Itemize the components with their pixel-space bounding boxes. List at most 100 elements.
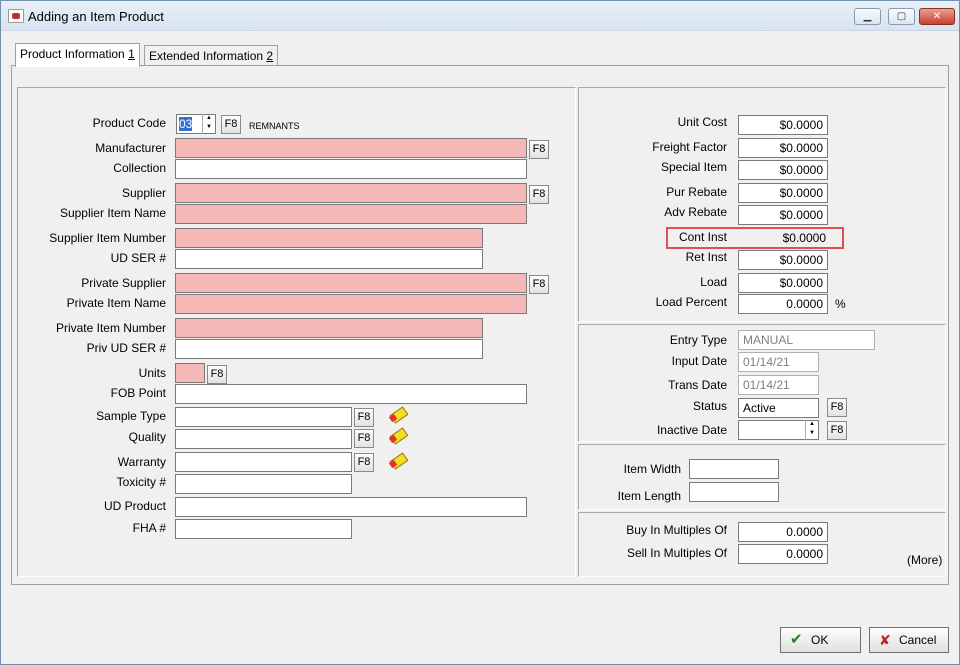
window-title: Adding an Item Product <box>28 9 164 24</box>
ret-inst-field[interactable]: $0.0000 <box>738 250 828 270</box>
quality-f8-button[interactable]: F8 <box>354 429 374 448</box>
close-button[interactable]: ✕ <box>919 8 955 25</box>
pur-rebate-label: Pur Rebate <box>666 185 727 199</box>
quality-field[interactable] <box>175 429 352 449</box>
units-field[interactable] <box>175 363 205 383</box>
ud-product-field[interactable] <box>175 497 527 517</box>
ok-label: OK <box>811 633 829 647</box>
percent-sign: % <box>835 297 846 311</box>
manufacturer-f8-button[interactable]: F8 <box>529 140 549 159</box>
units-f8-button[interactable]: F8 <box>207 365 227 384</box>
app-icon <box>8 9 24 23</box>
check-icon: ✔ <box>790 631 803 648</box>
pur-rebate-field[interactable]: $0.0000 <box>738 183 828 203</box>
unit-cost-field[interactable]: $0.0000 <box>738 115 828 135</box>
fob-point-field[interactable] <box>175 384 527 404</box>
cont-inst-label: Cont Inst <box>678 230 727 244</box>
item-length-label: Item Length <box>617 489 681 503</box>
private-item-name-field[interactable] <box>175 294 527 314</box>
sell-multiples-label: Sell In Multiples Of <box>626 546 727 560</box>
warranty-clear-icon[interactable] <box>387 452 407 471</box>
sample-type-clear-icon[interactable] <box>387 406 407 425</box>
load-field[interactable]: $0.0000 <box>738 273 828 293</box>
ok-button[interactable]: ✔ OK <box>780 627 861 653</box>
inactive-date-label: Inactive Date <box>656 423 727 437</box>
tab-key: 2 <box>266 49 274 63</box>
minimize-button[interactable]: ▁ <box>854 8 881 25</box>
private-supplier-label: Private Supplier <box>81 276 166 290</box>
sample-type-f8-button[interactable]: F8 <box>354 408 374 427</box>
ud-ser-field[interactable] <box>175 249 483 269</box>
private-item-number-label: Private Item Number <box>55 321 166 335</box>
collection-field[interactable] <box>175 159 527 179</box>
private-supplier-f8-button[interactable]: F8 <box>529 275 549 294</box>
ud-ser-label: UD SER # <box>110 251 166 265</box>
supplier-field[interactable] <box>175 183 527 203</box>
status-field[interactable]: Active <box>738 398 819 418</box>
inactive-date-spin-icon[interactable]: ▲ ▼ <box>805 420 818 440</box>
product-code-f8-button[interactable]: F8 <box>221 115 241 134</box>
product-code-label: Product Code <box>92 116 166 130</box>
warranty-label: Warranty <box>117 455 166 469</box>
entry-type-field: MANUAL <box>738 330 875 350</box>
load-percent-label: Load Percent <box>655 295 727 309</box>
toxicity-label: Toxicity # <box>116 475 166 489</box>
dialog-window: Adding an Item Product ▁ ▢ ✕ Product Inf… <box>0 0 960 665</box>
private-item-name-label: Private Item Name <box>66 296 166 310</box>
more-link[interactable]: (More) <box>907 553 942 567</box>
maximize-button[interactable]: ▢ <box>888 8 915 25</box>
ud-product-label: UD Product <box>103 499 166 513</box>
freight-factor-label: Freight Factor <box>652 140 727 154</box>
manufacturer-label: Manufacturer <box>95 141 166 155</box>
product-code-spin-icon[interactable]: ▲ ▼ <box>202 114 215 134</box>
tab-label: Extended Information <box>149 49 264 63</box>
ret-inst-label: Ret Inst <box>685 250 727 264</box>
warranty-f8-button[interactable]: F8 <box>354 453 374 472</box>
buy-multiples-field[interactable]: 0.0000 <box>738 522 828 542</box>
trans-date-field: 01/14/21 <box>738 375 819 395</box>
fob-point-label: FOB Point <box>110 386 166 400</box>
freight-factor-field[interactable]: $0.0000 <box>738 138 828 158</box>
item-width-field[interactable] <box>689 459 779 479</box>
title-bar: Adding an Item Product ▁ ▢ ✕ <box>1 1 959 31</box>
units-label: Units <box>138 366 166 380</box>
supplier-f8-button[interactable]: F8 <box>529 185 549 204</box>
tab-product-information[interactable]: Product Information 1 <box>15 43 140 67</box>
cont-inst-field[interactable]: $0.0000 <box>738 231 826 245</box>
priv-ud-ser-field[interactable] <box>175 339 483 359</box>
sample-type-label: Sample Type <box>96 409 166 423</box>
special-item-field[interactable]: $0.0000 <box>738 160 828 180</box>
collection-label: Collection <box>113 161 166 175</box>
item-length-field[interactable] <box>689 482 779 502</box>
supplier-item-number-field[interactable] <box>175 228 483 248</box>
trans-date-label: Trans Date <box>668 378 727 392</box>
input-date-field: 01/14/21 <box>738 352 819 372</box>
cancel-label: Cancel <box>899 633 937 647</box>
tab-extended-information[interactable]: Extended Information 2 <box>144 45 279 67</box>
special-item-label: Special Item <box>660 160 727 174</box>
quality-label: Quality <box>128 430 166 444</box>
load-percent-field[interactable]: 0.0000 <box>738 294 828 314</box>
private-supplier-field[interactable] <box>175 273 527 293</box>
warranty-field[interactable] <box>175 452 352 472</box>
adv-rebate-label: Adv Rebate <box>664 205 727 219</box>
product-code-desc: REMNANTS <box>249 121 300 131</box>
sample-type-field[interactable] <box>175 407 352 427</box>
tab-label: Product Information <box>20 47 125 61</box>
toxicity-field[interactable] <box>175 474 352 494</box>
x-icon: ✘ <box>879 632 891 648</box>
supplier-label: Supplier <box>121 186 166 200</box>
status-f8-button[interactable]: F8 <box>827 398 847 417</box>
private-item-number-field[interactable] <box>175 318 483 338</box>
inactive-date-f8-button[interactable]: F8 <box>827 421 847 440</box>
manufacturer-field[interactable] <box>175 138 527 158</box>
quality-clear-icon[interactable] <box>387 427 407 446</box>
adv-rebate-field[interactable]: $0.0000 <box>738 205 828 225</box>
supplier-item-name-label: Supplier Item Name <box>59 206 166 220</box>
cancel-button[interactable]: ✘ Cancel <box>869 627 949 653</box>
supplier-item-name-field[interactable] <box>175 204 527 224</box>
sell-multiples-field[interactable]: 0.0000 <box>738 544 828 564</box>
item-width-label: Item Width <box>623 462 681 476</box>
fha-field[interactable] <box>175 519 352 539</box>
fha-label: FHA # <box>132 521 166 535</box>
